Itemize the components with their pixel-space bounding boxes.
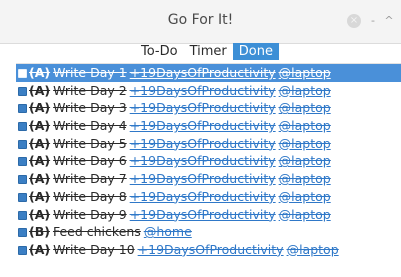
task-context-tag[interactable]: @home — [144, 224, 192, 239]
task-context-tag[interactable]: @laptop — [279, 189, 331, 204]
done-checkbox[interactable] — [18, 122, 27, 132]
task-context-tag[interactable]: @laptop — [287, 242, 339, 257]
task-priority: (A) — [29, 206, 51, 222]
task-context-tag[interactable]: @laptop — [279, 118, 331, 133]
task-description: Write Day 2 — [53, 82, 127, 98]
view-switcher: To-Do Timer Done — [135, 43, 279, 60]
task-context-tag[interactable]: @laptop — [279, 153, 331, 168]
task-project-tag[interactable]: +19DaysOfProductivity — [138, 242, 284, 257]
list-item[interactable]: (A) Write Day 7 +19DaysOfProductivity @lapt… — [16, 170, 401, 188]
task-text: (B) Feed chickens @home — [29, 223, 195, 241]
task-description: Write Day 9 — [53, 206, 127, 222]
window-title: Go For It! — [167, 12, 234, 28]
tab-to-do[interactable]: To-Do — [135, 43, 184, 60]
task-project-tag[interactable]: +19DaysOfProductivity — [130, 65, 276, 80]
list-item[interactable]: (A) Write Day 5 +19DaysOfProductivity @lapt… — [16, 135, 401, 153]
task-text: (A) Write Day 5 +19DaysOfProductivity @lapt… — [29, 135, 334, 153]
task-text: (A) Write Day 4 +19DaysOfProductivity @lapt… — [29, 117, 334, 135]
done-checkbox[interactable] — [18, 245, 27, 255]
task-description: Write Day 10 — [53, 241, 135, 257]
task-project-tag[interactable]: +19DaysOfProductivity — [130, 171, 276, 186]
done-checkbox[interactable] — [18, 104, 27, 114]
task-project-tag[interactable]: +19DaysOfProductivity — [130, 189, 276, 204]
task-priority: (A) — [29, 100, 51, 116]
minimize-icon[interactable]: - — [368, 14, 378, 28]
done-checkbox[interactable] — [18, 192, 27, 202]
done-checkbox[interactable] — [18, 210, 27, 220]
task-description: Write Day 4 — [53, 118, 127, 134]
task-context-tag[interactable]: @laptop — [279, 83, 331, 98]
list-item[interactable]: (A) Write Day 6 +19DaysOfProductivity @lapt… — [16, 152, 401, 170]
done-checkbox[interactable] — [18, 139, 27, 149]
task-context-tag[interactable]: @laptop — [279, 207, 331, 222]
done-checkbox[interactable] — [18, 157, 27, 167]
list-item[interactable]: (B) Feed chickens @home — [16, 223, 401, 241]
task-project-tag[interactable]: +19DaysOfProductivity — [130, 136, 276, 151]
task-text: (A) Write Day 1 +19DaysOfProductivity @lapt… — [29, 64, 334, 82]
task-priority: (A) — [29, 118, 51, 134]
task-project-tag[interactable]: +19DaysOfProductivity — [130, 118, 276, 133]
task-description: Write Day 7 — [53, 171, 127, 187]
close-icon[interactable]: × — [347, 14, 361, 28]
done-checkbox[interactable] — [18, 69, 27, 78]
task-description: Feed chickens — [52, 224, 141, 240]
app-window: Go For It! × - ^ To-Do Timer Done (A) Wri… — [0, 0, 401, 277]
task-text: (A) Write Day 10 +19DaysOfProductivity @lap… — [29, 241, 342, 259]
task-project-tag[interactable]: +19DaysOfProductivity — [130, 83, 276, 98]
task-project-tag[interactable]: +19DaysOfProductivity — [130, 100, 276, 115]
list-item[interactable]: (A) Write Day 4 +19DaysOfProductivity @lapt… — [16, 117, 401, 135]
task-priority: (A) — [29, 65, 51, 80]
task-project-tag[interactable]: +19DaysOfProductivity — [130, 153, 276, 168]
task-text: (A) Write Day 2 +19DaysOfProductivity @lapt… — [29, 82, 334, 100]
done-checkbox[interactable] — [18, 86, 27, 96]
task-description: Write Day 3 — [53, 100, 127, 116]
task-context-tag[interactable]: @laptop — [279, 100, 331, 115]
task-context-tag[interactable]: @laptop — [279, 65, 331, 80]
task-text: (A) Write Day 3 +19DaysOfProductivity @lapt… — [29, 99, 334, 117]
task-description: Write Day 6 — [53, 153, 127, 169]
task-priority: (A) — [29, 135, 51, 151]
list-item[interactable]: (A) Write Day 9 +19DaysOfProductivity @lapt… — [16, 206, 401, 224]
list-item[interactable]: (A) Write Day 2 +19DaysOfProductivity @lapt… — [16, 82, 401, 100]
task-context-tag[interactable]: @laptop — [279, 136, 331, 151]
task-priority: (A) — [29, 241, 51, 257]
task-project-tag[interactable]: +19DaysOfProductivity — [130, 207, 276, 222]
maximize-icon[interactable]: ^ — [384, 14, 394, 28]
done-checkbox[interactable] — [18, 228, 27, 238]
task-context-tag[interactable]: @laptop — [279, 171, 331, 186]
task-priority: (A) — [29, 171, 51, 187]
done-checkbox[interactable] — [18, 175, 27, 185]
task-text: (A) Write Day 8 +19DaysOfProductivity @lapt… — [29, 188, 334, 206]
task-description: Write Day 1 — [53, 65, 127, 80]
task-priority: (B) — [29, 224, 50, 240]
task-description: Write Day 5 — [53, 135, 127, 151]
task-text: (A) Write Day 9 +19DaysOfProductivity @lapt… — [29, 206, 334, 224]
task-text: (A) Write Day 7 +19DaysOfProductivity @lapt… — [29, 170, 334, 188]
list-item[interactable]: (A) Write Day 3 +19DaysOfProductivity @lapt… — [16, 99, 401, 117]
title-bar[interactable]: Go For It! × - ^ — [0, 0, 401, 44]
task-priority: (A) — [29, 188, 51, 204]
tab-timer[interactable]: Timer — [184, 43, 233, 60]
list-item[interactable]: (A) Write Day 1 +19DaysOfProductivity @lapt… — [16, 64, 401, 82]
task-priority: (A) — [29, 82, 51, 98]
task-description: Write Day 8 — [53, 188, 127, 204]
list-item[interactable]: (A) Write Day 8 +19DaysOfProductivity @lapt… — [16, 188, 401, 206]
task-text: (A) Write Day 6 +19DaysOfProductivity @lapt… — [29, 152, 334, 170]
list-item[interactable]: (A) Write Day 10 +19DaysOfProductivity @lap… — [16, 241, 401, 259]
tab-done[interactable]: Done — [232, 43, 279, 60]
done-task-list: (A) Write Day 1 +19DaysOfProductivity @lapt… — [16, 63, 401, 259]
task-priority: (A) — [29, 153, 51, 169]
